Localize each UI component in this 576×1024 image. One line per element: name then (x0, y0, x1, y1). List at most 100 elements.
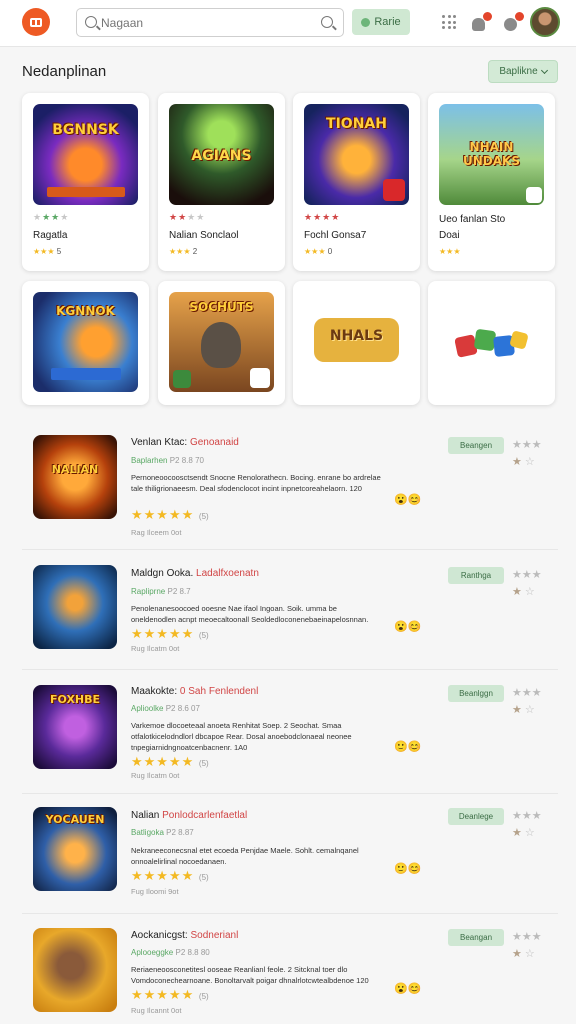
section-title: Nedanplinan (22, 63, 107, 80)
list-footer: Rug Ilcatm 0ot (131, 771, 180, 780)
notification-badge (483, 12, 492, 21)
publisher-badge (173, 370, 191, 388)
list-description: Varkemoe dlocoeteaal anoeta Renhitat Soe… (131, 721, 352, 752)
card-title: Ragatla (33, 230, 68, 241)
list-meta: Rapliprne P2 8.7 (131, 587, 191, 596)
game-card[interactable]: AGIANS ★★★★ Nalian Sonclaol ★★★ 2 (158, 93, 285, 271)
game-thumbnail: NALIAN (33, 435, 117, 519)
list-title: Maakokte: 0 Sah Fenlendenl (131, 686, 259, 697)
list-meta: Batligoka P2 8.87 (131, 828, 194, 837)
chat-icon (504, 18, 517, 31)
card-rating: ★★★ 0 (304, 247, 333, 256)
game-art: SOCHUTS (169, 292, 274, 392)
list-stars: ★★★★★ (5) (131, 754, 209, 769)
list-action-button[interactable]: Beangen (448, 437, 504, 454)
platform-badge (250, 368, 270, 388)
app-logo-button[interactable] (22, 8, 50, 36)
game-thumbnail: FOXHBE (33, 685, 117, 769)
list-item[interactable]: Maldgn Ooka. Ladalfxoenatn Rapliprne P2 … (22, 550, 558, 670)
game-art: TIONAH (304, 104, 409, 205)
list-item[interactable]: FOXHBE Maakokte: 0 Sah Fenlendenl Aplioo… (22, 670, 558, 794)
game-art: BGNNSK (33, 104, 138, 205)
publisher-badge (383, 179, 405, 201)
list-meta: Baplarhen P2 8.8 70 (131, 456, 204, 465)
list-action-button[interactable]: Beangan (448, 929, 504, 946)
list-footer: Fug Iloomi 9ot (131, 887, 179, 896)
game-card[interactable] (428, 281, 555, 405)
chevron-down-icon (540, 66, 548, 74)
mini-rating: ★★★ ★ ☆ (512, 687, 542, 716)
reaction-icons: 🙂😊 (394, 741, 422, 753)
list-item[interactable]: NALIAN Venlan Ktac: Genoanaid Baplarhen … (22, 420, 558, 550)
reaction-icons: 😮😊 (394, 621, 422, 633)
game-card[interactable]: KGNNOK (22, 281, 149, 405)
card-stars: ★★★★ (169, 212, 206, 222)
reaction-icons: 😮😊 (394, 494, 422, 506)
list-title: Maldgn Ooka. Ladalfxoenatn (131, 568, 259, 579)
list-stars: ★★★★★ (5) (131, 626, 209, 641)
list-meta: Aplooeggke P2 8.8 80 (131, 948, 210, 957)
list-action-button[interactable]: Beanlggn (448, 685, 504, 702)
list-title: Aockanicgst: Sodnerianl (131, 930, 239, 941)
list-title: Venlan Ktac: Genoanaid (131, 437, 239, 448)
header-action-label: Rarie (374, 16, 401, 28)
game-art: AGIANS (169, 104, 274, 205)
sort-dropdown[interactable]: Baplikne (488, 60, 558, 83)
list-action-button[interactable]: Ranthga (448, 567, 504, 584)
card-stars: ★★★★ (33, 212, 70, 222)
list-description: Penolenanesoocoed ooesne Nae ifaol Ingoa… (131, 604, 369, 624)
game-card[interactable]: TIONAH ★★★★ Fochl Gonsa7 ★★★ 0 (293, 93, 420, 271)
notifications-button[interactable] (470, 12, 492, 34)
list-stars: ★★★★★ (5) (131, 507, 209, 522)
list-action-button[interactable]: Deanlege (448, 808, 504, 825)
mini-rating: ★★★ ★ ☆ (512, 439, 542, 468)
search-box[interactable] (76, 8, 344, 37)
publisher-badge (526, 187, 542, 203)
list-description: Reriaeneoosconetitesl ooseae Reanlianl f… (131, 965, 369, 985)
list-item[interactable]: Aockanicgst: Sodnerianl Aplooeggke P2 8.… (22, 914, 558, 1024)
top-bar: Rarie (0, 0, 576, 47)
messages-button[interactable] (502, 12, 524, 34)
game-art (439, 292, 544, 392)
list-description: Nekraneeconecsnal etet ecoeda Penjdae Ma… (131, 846, 359, 866)
list-footer: Rug Ilcatm 0ot (131, 644, 180, 653)
bell-icon (472, 18, 485, 31)
card-rating: ★★★ 5 (33, 247, 62, 256)
list-description: Pernoneoocoosctsendt Snocne Renolorathec… (131, 473, 381, 493)
mini-rating: ★★★ ★ ☆ (512, 810, 542, 839)
list-item[interactable]: YOCAUEN Nalian Ponlodcarlenfaetlal Batli… (22, 794, 558, 914)
search-icon (85, 16, 97, 28)
message-badge (515, 12, 524, 21)
game-card[interactable]: SOCHUTS (158, 281, 285, 405)
card-title: Fochl Gonsa7 (304, 230, 367, 241)
header-action-button[interactable]: Rarie (352, 9, 410, 35)
sort-label: Baplikne (499, 66, 538, 77)
card-stars: ★★★★ (304, 212, 341, 222)
avatar[interactable] (530, 7, 560, 37)
list-stars: ★★★★★ (5) (131, 868, 209, 883)
list-meta: Aplioolke P2 8.6 07 (131, 704, 200, 713)
game-thumbnail (33, 565, 117, 649)
game-card[interactable]: NHALS (293, 281, 420, 405)
game-card[interactable]: NHAIN UNDAKS Ueo fanlan Sto Doai ★★★ (428, 93, 555, 271)
card-rating: ★★★ (439, 247, 461, 256)
search-input[interactable] (101, 13, 311, 33)
game-art: KGNNOK (33, 292, 138, 392)
reaction-icons: 😮😊 (394, 983, 422, 995)
mini-rating: ★★★ ★ ☆ (512, 931, 542, 960)
app-icon (30, 17, 42, 27)
card-subtitle: Doai (439, 230, 460, 241)
card-title: Ueo fanlan Sto (439, 214, 506, 225)
game-card[interactable]: BGNNSK ★★★★ Ragatla ★★★ 5 (22, 93, 149, 271)
game-thumbnail (33, 928, 117, 1012)
list-stars: ★★★★★ (5) (131, 987, 209, 1002)
game-art: NHAIN UNDAKS (439, 104, 544, 205)
list-footer: Rug Ilcannt 0ot (131, 1006, 182, 1015)
game-art: NHALS (304, 292, 409, 392)
card-rating: ★★★ 2 (169, 247, 198, 256)
list-title: Nalian Ponlodcarlenfaetlal (131, 810, 248, 821)
game-thumbnail: YOCAUEN (33, 807, 117, 891)
search-submit-icon[interactable] (321, 16, 333, 28)
reaction-icons: 🙂😊 (394, 863, 422, 875)
apps-grid-icon[interactable] (442, 15, 456, 29)
